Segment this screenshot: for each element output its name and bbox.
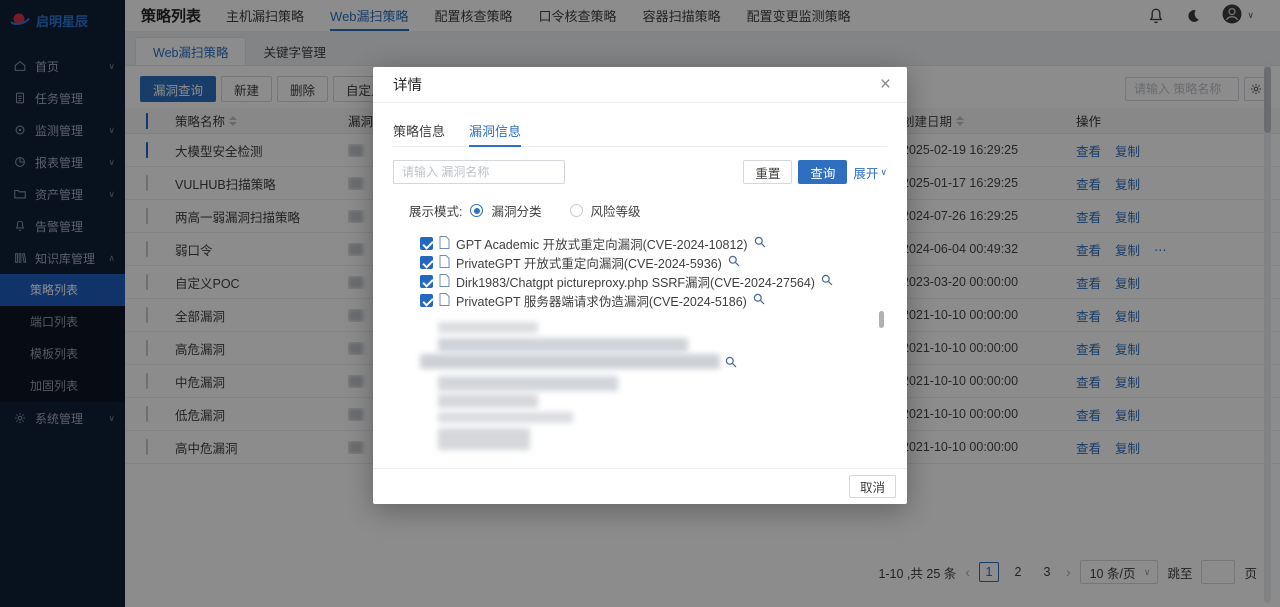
search-icon[interactable] xyxy=(754,236,766,251)
modal-body: 策略信息 漏洞信息 重置 查询 展开∨ 展示模式: 漏洞分类 风险等级 xyxy=(373,115,907,480)
modal-filter-row: 重置 查询 展开∨ xyxy=(393,160,887,184)
modal-tab-vuln-info[interactable]: 漏洞信息 xyxy=(469,115,521,146)
vuln-item: PrivateGPT 开放式重定向漏洞(CVE-2024-5936) xyxy=(420,253,887,272)
vuln-checkbox[interactable] xyxy=(420,237,433,250)
reset-button[interactable]: 重置 xyxy=(743,160,792,184)
modal-header: 详情 × xyxy=(373,67,907,103)
display-mode-label: 展示模式: xyxy=(409,201,462,220)
expand-link[interactable]: 展开∨ xyxy=(853,163,887,182)
document-icon xyxy=(439,274,450,290)
cancel-button[interactable]: 取消 xyxy=(849,475,896,498)
vuln-checkbox-list: GPT Academic 开放式重定向漏洞(CVE-2024-10812) Pr… xyxy=(393,234,887,310)
radio-vuln-category[interactable] xyxy=(470,204,483,217)
vuln-checkbox[interactable] xyxy=(420,294,433,307)
display-mode-row: 展示模式: 漏洞分类 风险等级 xyxy=(393,201,887,220)
redacted-content-block xyxy=(420,320,887,460)
app-window: 启明星辰 首页 ∨ 任务管理 监测管理 ∨ 报表管理 ∨ xyxy=(0,0,1280,607)
search-icon[interactable] xyxy=(753,293,765,308)
modal-tab-policy-info[interactable]: 策略信息 xyxy=(393,115,445,146)
vuln-checkbox[interactable] xyxy=(420,256,433,269)
query-button[interactable]: 查询 xyxy=(798,160,847,184)
vuln-item: GPT Academic 开放式重定向漏洞(CVE-2024-10812) xyxy=(420,234,887,253)
modal-filter-buttons: 重置 查询 展开∨ xyxy=(743,160,887,184)
search-icon[interactable] xyxy=(728,255,740,270)
document-icon xyxy=(439,255,450,271)
vuln-item: Dirk1983/Chatgpt pictureproxy.php SSRF漏洞… xyxy=(420,272,887,291)
modal-scrollbar-thumb[interactable] xyxy=(879,311,884,328)
radio-risk-level[interactable] xyxy=(570,204,583,217)
radio-label[interactable]: 风险等级 xyxy=(591,201,641,220)
document-icon xyxy=(439,236,450,252)
modal-tabs: 策略信息 漏洞信息 xyxy=(393,115,887,147)
vuln-name-input[interactable] xyxy=(393,160,565,184)
search-icon[interactable] xyxy=(725,356,737,371)
vuln-item: PrivateGPT 服务器端请求伪造漏洞(CVE-2024-5186) xyxy=(420,291,887,310)
chevron-down-icon: ∨ xyxy=(880,167,887,178)
modal-footer: 取消 xyxy=(373,468,907,504)
vuln-checkbox[interactable] xyxy=(420,275,433,288)
search-icon[interactable] xyxy=(821,274,833,289)
modal-title: 详情 xyxy=(393,74,422,95)
close-icon[interactable]: × xyxy=(880,75,891,94)
details-modal: 详情 × 策略信息 漏洞信息 重置 查询 展开∨ 展示模式: 漏洞分类 xyxy=(373,67,907,504)
radio-label[interactable]: 漏洞分类 xyxy=(491,201,541,220)
document-icon xyxy=(439,293,450,309)
